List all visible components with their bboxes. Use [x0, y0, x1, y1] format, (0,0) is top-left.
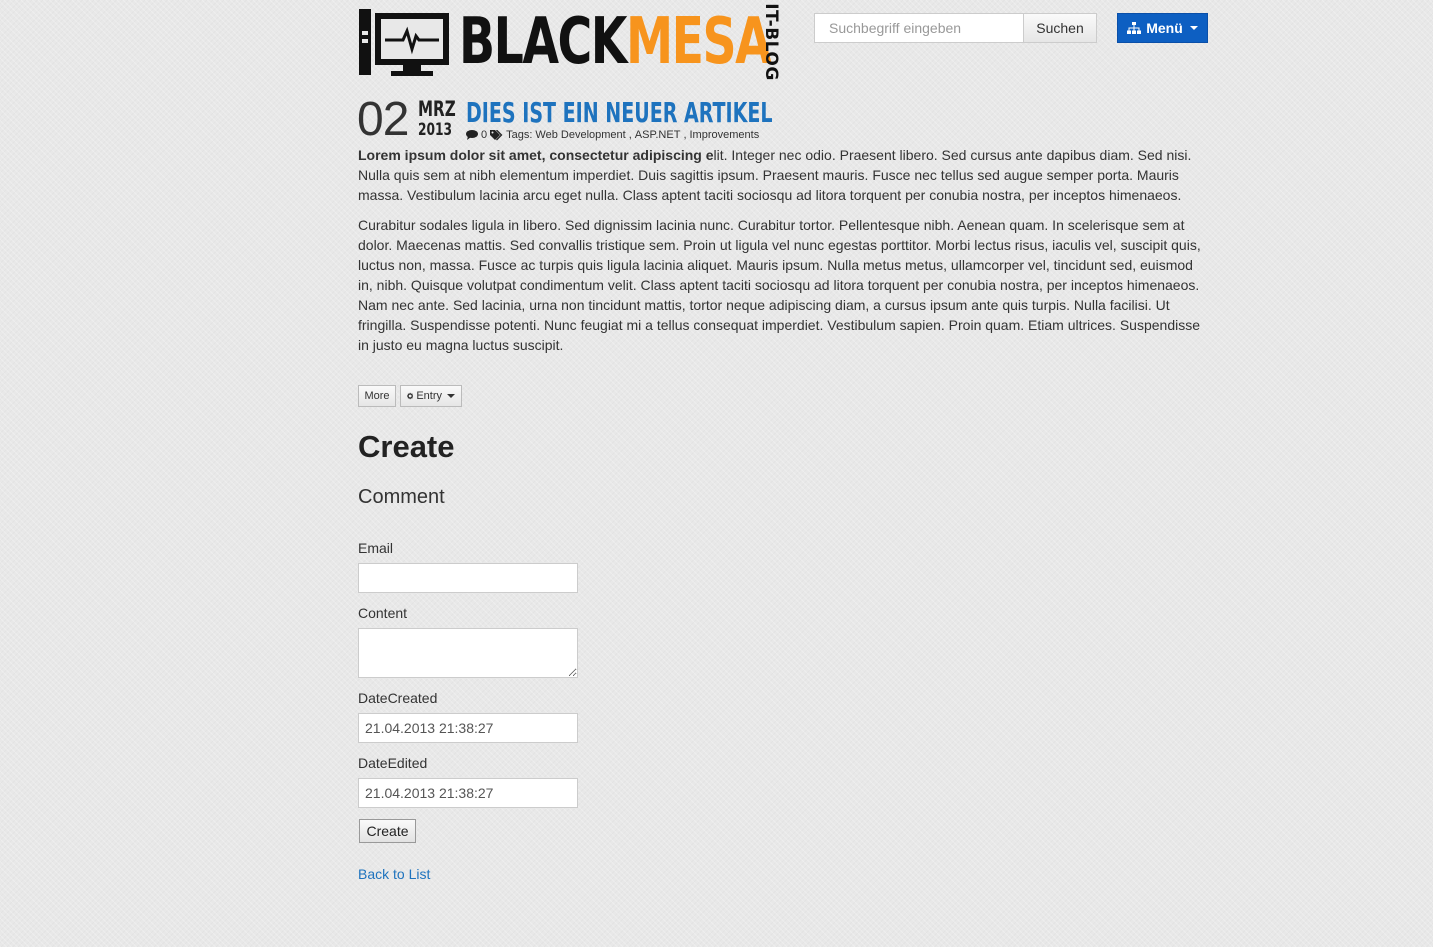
monitor-icon	[359, 9, 449, 76]
article-title[interactable]: DIES IST EIN NEUER ARTIKEL	[466, 96, 773, 130]
date-edited-field[interactable]	[358, 778, 578, 808]
post-date-day: 02	[357, 93, 409, 146]
more-button[interactable]: More	[358, 385, 396, 407]
tag-link[interactable]: Improvements	[690, 129, 760, 141]
date-created-label: DateCreated	[358, 690, 438, 706]
tags-label: Tags:	[506, 129, 533, 141]
article-paragraph: Lorem ipsum dolor sit amet, consectetur …	[358, 145, 1208, 205]
menu-button-label: Menü	[1146, 20, 1183, 36]
create-submit-button[interactable]: Create	[359, 819, 416, 843]
caret-down-icon	[447, 394, 455, 398]
email-label: Email	[358, 540, 394, 556]
tag-link[interactable]: Web Development	[535, 129, 625, 141]
caret-down-icon	[1189, 26, 1198, 30]
entry-dropdown-button[interactable]: Entry	[400, 385, 462, 407]
tag-link[interactable]: ASP.NET	[635, 129, 681, 141]
post-date-year: 2013	[418, 120, 453, 140]
entry-button-label: Entry	[416, 390, 442, 402]
form-subheading: Comment	[358, 486, 445, 508]
logo-mesa-text: MESA	[625, 5, 772, 79]
sitemap-icon	[1127, 22, 1142, 34]
tag-separator: ,	[628, 129, 632, 141]
form-heading: Create	[358, 429, 455, 464]
logo-subtitle: IT-BLOG	[761, 3, 781, 81]
date-created-field[interactable]	[358, 713, 578, 743]
tag-separator: ,	[683, 129, 687, 141]
back-to-list-link[interactable]: Back to List	[358, 866, 430, 882]
site-logo[interactable]: BLACKMESA IT-BLOG	[359, 3, 789, 81]
tags-icon	[490, 129, 503, 140]
comment-icon	[466, 130, 478, 140]
content-label: Content	[358, 605, 408, 621]
email-field[interactable]	[358, 563, 578, 593]
comment-count[interactable]: 0	[481, 129, 487, 141]
gear-icon	[407, 392, 414, 400]
search-input[interactable]	[814, 13, 1024, 43]
menu-button[interactable]: Menü	[1117, 13, 1208, 43]
logo-black-text: BLACK	[459, 5, 627, 79]
article-body: Lorem ipsum dolor sit amet, consectetur …	[358, 145, 1208, 365]
article-paragraph: Curabitur sodales ligula in libero. Sed …	[358, 217, 1201, 353]
post-date-month: MRZ	[418, 97, 456, 121]
date-edited-label: DateEdited	[358, 755, 428, 771]
logo-wordmark: BLACKMESA	[459, 3, 772, 81]
search-button[interactable]: Suchen	[1023, 13, 1097, 43]
article-meta: 0 Tags: Web Development, ASP.NET, Improv…	[466, 129, 759, 141]
content-field[interactable]	[358, 628, 578, 678]
article-lead-bold: Lorem ipsum dolor sit amet, consectetur …	[358, 147, 714, 163]
